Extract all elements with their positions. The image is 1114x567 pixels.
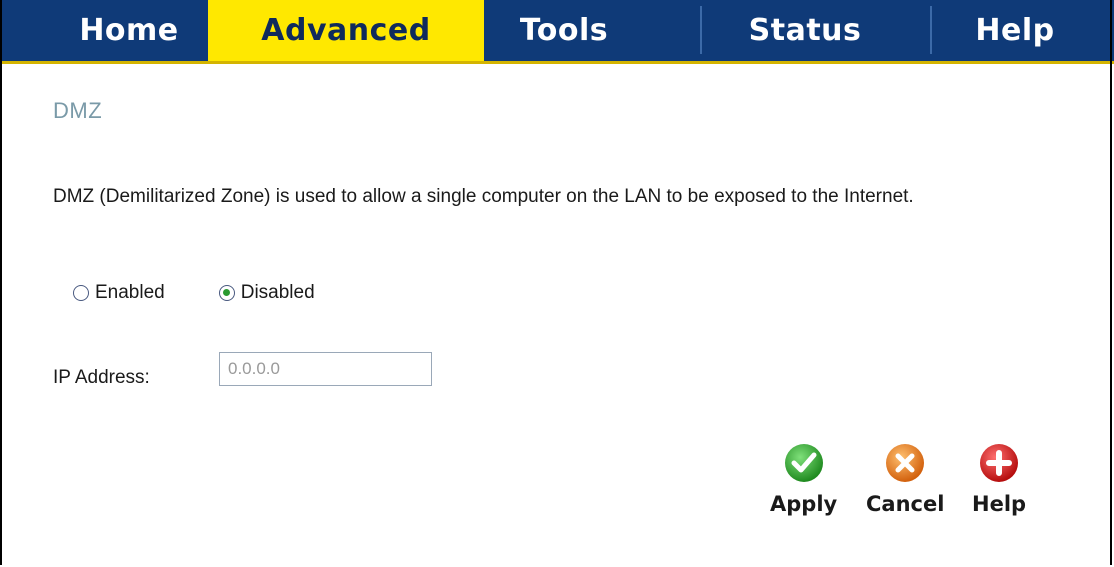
dmz-disabled-option[interactable]: Disabled (218, 282, 315, 304)
ip-address-label: IP Address: (53, 367, 150, 388)
cancel-label: Cancel (866, 492, 945, 516)
main-navigation-bar: Home Advanced Tools Status Help (0, 0, 1114, 64)
page-title: DMZ (53, 98, 103, 123)
apply-label: Apply (770, 492, 838, 516)
apply-button[interactable]: Apply (770, 442, 837, 516)
check-icon (784, 444, 823, 482)
cancel-button[interactable]: Cancel (866, 442, 944, 516)
dmz-disabled-label: Disabled (240, 282, 315, 303)
dmz-enabled-radio[interactable] (73, 285, 89, 301)
help-label: Help (972, 492, 1027, 516)
help-button[interactable]: Help (972, 442, 1026, 516)
dmz-enabled-option[interactable]: Enabled (73, 282, 165, 304)
dmz-enabled-label: Enabled (95, 282, 165, 303)
x-icon (886, 444, 925, 482)
tab-status[interactable]: Status (705, 0, 905, 61)
tab-advanced[interactable]: Advanced (208, 0, 484, 61)
page-description: DMZ (Demilitarized Zone) is used to allo… (53, 186, 914, 207)
tab-separator (700, 6, 702, 54)
dmz-disabled-radio[interactable] (218, 285, 235, 301)
ip-address-input[interactable] (219, 352, 432, 386)
dmz-mode-radio-group: Enabled Disabled (73, 282, 315, 304)
tab-help[interactable]: Help (935, 0, 1095, 61)
plus-icon (980, 444, 1019, 482)
tab-tools[interactable]: Tools (484, 0, 644, 61)
tab-separator (930, 6, 932, 54)
tab-home[interactable]: Home (50, 0, 208, 61)
